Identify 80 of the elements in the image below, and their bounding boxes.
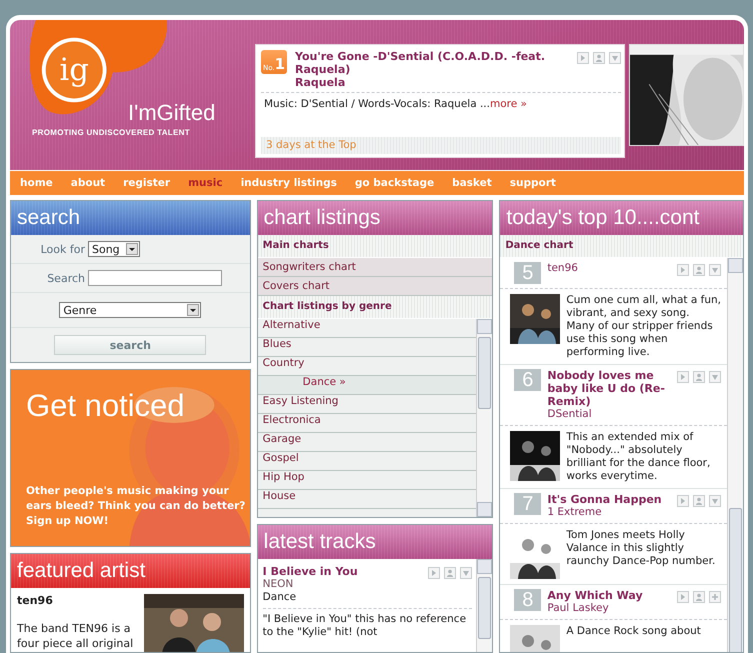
genre-link[interactable]: House — [258, 490, 476, 509]
track-description: "I Believe in You" this has no reference to the "Kylie" hit! (not — [262, 613, 468, 639]
genre-link[interactable]: Alternative — [258, 319, 476, 338]
chart-link[interactable]: Covers chart — [258, 277, 492, 296]
promo-text: Other people's music making your ears bleed? Think you can do better? Sign up NOW! — [26, 484, 246, 529]
track-title[interactable]: Any Which Way — [547, 589, 671, 602]
down-icon[interactable] — [609, 52, 622, 64]
person-icon[interactable] — [693, 591, 705, 603]
play-icon[interactable] — [428, 567, 440, 579]
rank-number: 5 — [514, 262, 542, 284]
genre-label: Dance — [262, 591, 298, 604]
chart-link[interactable]: Songwriters chart — [258, 258, 492, 277]
person-icon[interactable] — [693, 495, 705, 507]
person-icon[interactable] — [593, 52, 606, 64]
down-icon[interactable] — [709, 371, 721, 383]
panel-title: latest tracks — [258, 525, 492, 559]
scrollbar[interactable] — [476, 319, 492, 517]
rank-number: 7 — [514, 493, 542, 515]
artist-name[interactable]: DSential — [547, 408, 671, 421]
panel-title: today's top 10....cont — [500, 201, 743, 235]
genre-link[interactable]: Country — [258, 357, 476, 376]
field-label: Look for — [40, 242, 85, 256]
down-icon[interactable] — [460, 567, 472, 579]
scrollbar[interactable] — [476, 559, 492, 652]
track-description: A Dance Rock song about — [566, 625, 701, 639]
track-title[interactable]: Nobody loves me baby like U do (Re-Remix) — [547, 369, 671, 408]
panel-title: featured artist — [11, 554, 250, 588]
genre-link[interactable]: Electronica — [258, 414, 476, 433]
track-title[interactable]: I Believe in You — [262, 565, 358, 578]
search-button[interactable]: search — [54, 335, 206, 355]
section-heading: Main charts — [258, 235, 492, 258]
add-icon[interactable] — [709, 591, 721, 603]
down-icon[interactable] — [709, 264, 721, 276]
promo-headline: Get noticed — [26, 388, 185, 424]
artist-name[interactable]: 1 Extreme — [547, 506, 671, 519]
play-icon[interactable] — [677, 591, 689, 603]
play-icon[interactable] — [577, 52, 590, 64]
panel-title: chart listings — [258, 201, 492, 235]
genre-link[interactable]: Gospel — [258, 452, 476, 471]
scrollbar[interactable] — [727, 258, 743, 652]
search-field[interactable] — [88, 270, 222, 286]
tagline: PROMOTING UNDISCOVERED TALENT — [32, 128, 190, 137]
artist-name[interactable]: NEON — [262, 578, 358, 591]
rank-number: 6 — [514, 369, 542, 391]
genre-link[interactable]: Hip Hop — [258, 471, 476, 490]
logo-mark: ig — [59, 52, 89, 88]
panel-title: search — [11, 201, 250, 235]
artist-name[interactable]: ten96 — [547, 262, 671, 275]
genre-link[interactable]: Dance » — [258, 376, 476, 395]
track-description: Music: D'Sential / Words-Vocals: Raquela ...more » — [263, 97, 528, 112]
person-icon[interactable] — [693, 371, 705, 383]
person-icon[interactable] — [444, 567, 456, 579]
play-icon[interactable] — [677, 371, 689, 383]
track-description: This an extended mix of "Nobody..." absolutely brilliant for the dance floor, works everytime. — [566, 431, 712, 483]
track-title[interactable]: You're Gone -D'Sential (C.O.A.D.D. -feat. Raquela) — [295, 50, 570, 76]
artist-name[interactable]: Raquela — [295, 76, 570, 89]
site-name: I'mGifted — [128, 100, 216, 126]
play-icon[interactable] — [677, 264, 689, 276]
person-icon[interactable] — [693, 264, 705, 276]
genre-link[interactable]: Easy Listening — [258, 395, 476, 414]
genre-link[interactable]: Blues — [258, 338, 476, 357]
artist-description: The band TEN96 is a four piece all original — [17, 621, 134, 651]
genre-select[interactable]: Genre — [59, 302, 202, 318]
artist-name[interactable]: Paul Laskey — [547, 602, 671, 615]
field-label: Search — [46, 272, 85, 284]
caret-icon — [126, 243, 138, 255]
play-icon[interactable] — [677, 495, 689, 507]
more-link[interactable]: more » — [490, 98, 527, 110]
track-title[interactable]: It's Gonna Happen — [547, 493, 671, 506]
artist-name[interactable]: ten96 — [17, 594, 140, 607]
genre-link[interactable]: Garage — [258, 433, 476, 452]
look-for-select[interactable]: Song — [88, 241, 140, 257]
section-heading: Chart listings by genre — [258, 296, 492, 319]
section-heading: Dance chart — [500, 235, 743, 258]
caret-icon — [187, 304, 200, 316]
rank-number: 8 — [514, 589, 542, 611]
track-description: Cum one cum all, what a fun, vibrant, and sexy song. Many of our stripper friends use this song when performing live. — [566, 294, 721, 359]
status-bar: 3 days at the Top — [261, 137, 622, 154]
down-icon[interactable] — [709, 495, 721, 507]
track-description: Tom Jones meets Holly Valance in this slightly raunchy Dance-Pop number. — [566, 529, 716, 569]
